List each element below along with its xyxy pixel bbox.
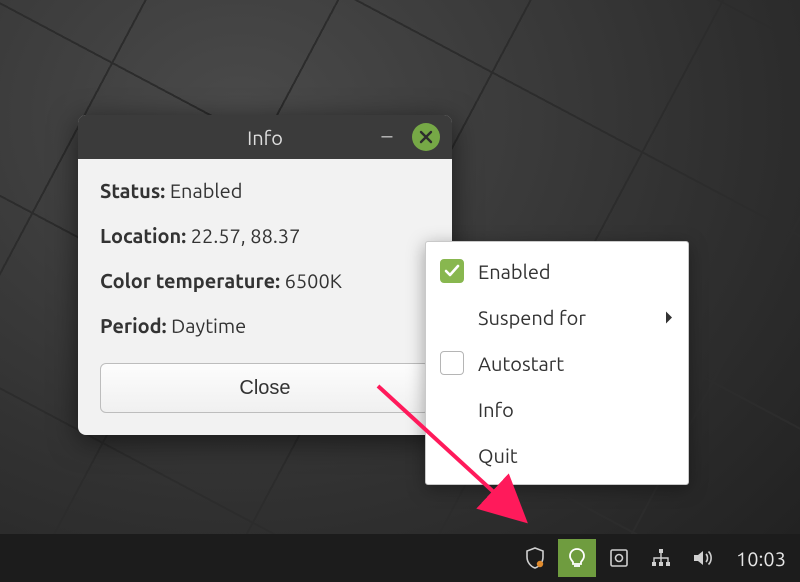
period-value: Daytime	[171, 314, 246, 337]
close-button[interactable]: Close	[100, 363, 430, 413]
tray-context-menu: Enabled Suspend for Autostart Info Quit	[425, 241, 689, 485]
info-dialog: Info – Status: Enabled Location: 22.57, …	[78, 115, 452, 435]
menu-item-enabled[interactable]: Enabled	[426, 248, 688, 294]
menu-item-label: Quit	[478, 444, 518, 467]
status-value: Enabled	[170, 179, 243, 202]
color-temp-row: Color temperature: 6500K	[100, 269, 430, 292]
status-row: Status: Enabled	[100, 179, 430, 202]
menu-item-autostart[interactable]: Autostart	[426, 340, 688, 386]
menu-item-quit[interactable]: Quit	[426, 432, 688, 478]
panel-clock[interactable]: 10:03	[736, 547, 786, 570]
status-label: Status:	[100, 179, 165, 202]
period-row: Period: Daytime	[100, 314, 430, 337]
menu-item-info[interactable]: Info	[426, 386, 688, 432]
checkbox-unchecked-icon	[440, 351, 464, 375]
color-temp-value: 6500K	[285, 269, 342, 292]
system-panel: 10:03	[0, 534, 800, 582]
period-label: Period:	[100, 314, 167, 337]
close-icon	[419, 130, 433, 144]
menu-item-label: Autostart	[478, 352, 564, 375]
volume-icon[interactable]	[684, 539, 722, 577]
titlebar-close-button[interactable]	[412, 123, 440, 151]
chevron-right-icon	[664, 306, 674, 329]
menu-item-suspend[interactable]: Suspend for	[426, 294, 688, 340]
close-button-label: Close	[239, 377, 290, 399]
display-icon[interactable]	[600, 539, 638, 577]
menu-item-label: Suspend for	[478, 306, 586, 329]
checkbox-checked-icon	[440, 259, 464, 283]
location-value: 22.57, 88.37	[191, 224, 301, 247]
minimize-icon[interactable]: –	[378, 127, 396, 145]
menu-item-label: Enabled	[478, 260, 551, 283]
dialog-title: Info	[247, 126, 283, 149]
network-icon[interactable]	[642, 539, 680, 577]
shield-icon[interactable]	[516, 539, 554, 577]
lightbulb-icon[interactable]	[558, 539, 596, 577]
dialog-titlebar[interactable]: Info –	[78, 115, 452, 159]
menu-item-label: Info	[478, 398, 514, 421]
location-row: Location: 22.57, 88.37	[100, 224, 430, 247]
location-label: Location:	[100, 224, 186, 247]
dialog-body: Status: Enabled Location: 22.57, 88.37 C…	[78, 159, 452, 435]
color-temp-label: Color temperature:	[100, 269, 280, 292]
